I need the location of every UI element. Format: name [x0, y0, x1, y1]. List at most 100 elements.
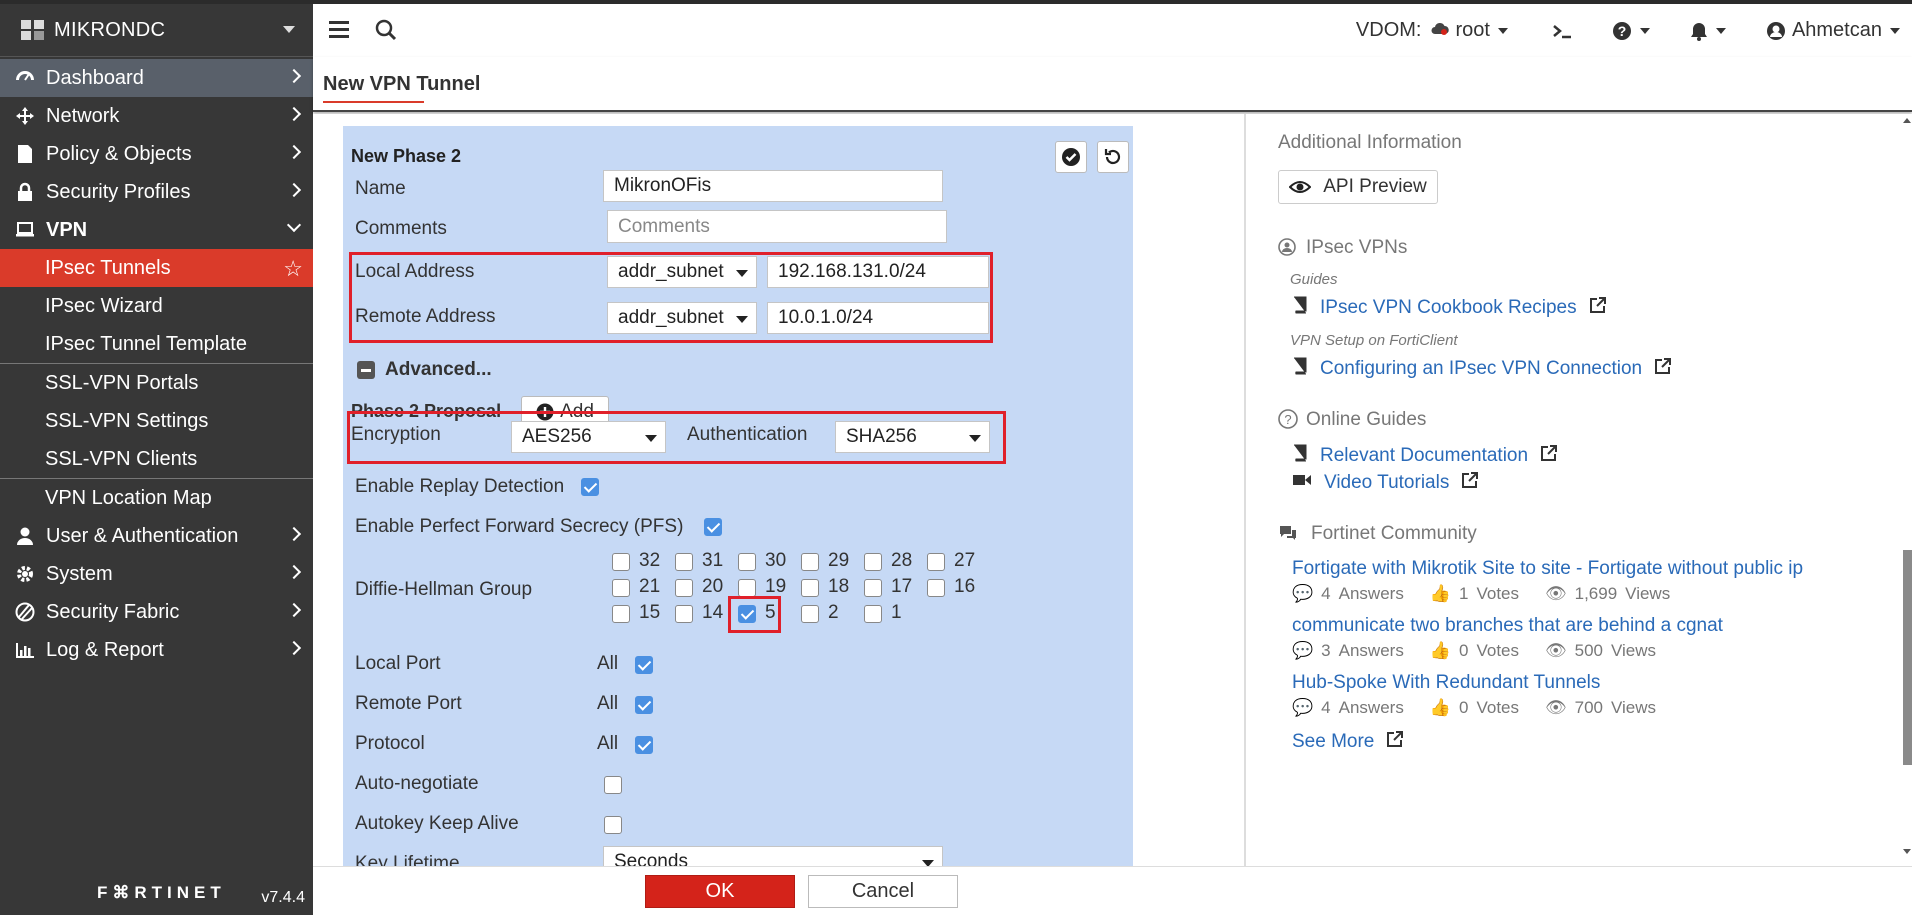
sidebar-item-ssl-vpn-clients[interactable]: SSL-VPN Clients [0, 440, 313, 478]
dh-number: 31 [702, 550, 724, 571]
sidebar-item-ssl-vpn-portals[interactable]: SSL-VPN Portals [0, 364, 313, 402]
user-menu[interactable]: Ahmetcan [1766, 19, 1900, 42]
confirm-phase2-button[interactable] [1055, 141, 1087, 173]
local-address-field[interactable]: 192.168.131.0/24 [767, 256, 989, 288]
dh-checkbox-5[interactable] [738, 605, 756, 623]
views-label: Views [1610, 698, 1657, 717]
dh-checkbox-14[interactable] [675, 605, 693, 623]
dh-checkbox-2[interactable] [801, 605, 819, 623]
cli-console-icon[interactable] [1552, 23, 1572, 39]
check-circle-icon [1062, 148, 1080, 166]
community-post-meta: 💬 4 Answers 👍 0 Votes 👁 700 Views [1292, 698, 1656, 718]
notifications-bell-icon[interactable] [1690, 21, 1726, 41]
vdom-selector[interactable]: VDOM: root [1356, 19, 1508, 42]
dh-checkbox-21[interactable] [612, 579, 630, 597]
remote-address-type-value: addr_subnet [618, 307, 724, 328]
pfs-checkbox[interactable] [704, 518, 722, 536]
sidebar-item-user-authentication[interactable]: User & Authentication [0, 517, 313, 555]
dh-checkbox-32[interactable] [612, 553, 630, 571]
sidebar-item-label: VPN Location Map [45, 486, 212, 509]
sidebar-item-network[interactable]: Network [0, 97, 313, 135]
authentication-select[interactable]: SHA256 [835, 421, 990, 453]
question-circle-icon: ? [1278, 409, 1298, 434]
key-lifetime-select[interactable]: Seconds [603, 846, 943, 866]
advanced-toggle[interactable]: Advanced... [385, 359, 492, 381]
local-port-checkbox[interactable] [635, 656, 653, 674]
cookbook-link[interactable]: IPsec VPN Cookbook Recipes [1292, 296, 1607, 320]
dh-checkbox-19[interactable] [738, 579, 756, 597]
collapse-icon[interactable] [357, 361, 375, 379]
replay-detection-checkbox[interactable] [581, 478, 599, 496]
community-post-link[interactable]: communicate two branches that are behind… [1292, 615, 1723, 637]
sidebar-item-vpn-location-map[interactable]: VPN Location Map [0, 479, 313, 517]
community-post-link[interactable]: Fortigate with Mikrotik Site to site - F… [1292, 558, 1803, 580]
dh-number: 14 [702, 602, 724, 623]
video-tutorials-link[interactable]: Video Tutorials [1292, 471, 1479, 495]
scrollbar-thumb[interactable] [1903, 550, 1912, 765]
revert-phase2-button[interactable] [1097, 141, 1129, 173]
configuring-link[interactable]: Configuring an IPsec VPN Connection [1292, 357, 1672, 381]
dh-checkbox-20[interactable] [675, 579, 693, 597]
sidebar-item-label: Dashboard [46, 66, 144, 89]
api-preview-button[interactable]: API Preview [1278, 170, 1438, 204]
user-name: Ahmetcan [1791, 19, 1882, 41]
sidebar-item-security-fabric[interactable]: Security Fabric [0, 593, 313, 631]
thumbs-up-icon: 👍 [1429, 698, 1451, 717]
comments-field[interactable]: Comments [607, 210, 947, 243]
sidebar-item-ssl-vpn-settings[interactable]: SSL-VPN Settings [0, 402, 313, 440]
sidebar-item-ipsec-wizard[interactable]: IPsec Wizard [0, 287, 313, 325]
views-label: Views [1625, 584, 1671, 603]
auto-negotiate-checkbox[interactable] [604, 776, 622, 794]
remote-port-checkbox[interactable] [635, 696, 653, 714]
community-post-link[interactable]: Hub-Spoke With Redundant Tunnels [1292, 672, 1600, 694]
ok-button[interactable]: OK [645, 875, 795, 908]
sidebar-item-label: SSL-VPN Settings [45, 409, 209, 432]
dh-checkbox-18[interactable] [801, 579, 819, 597]
sidebar-item-label: Security Profiles [46, 180, 191, 203]
dh-checkbox-30[interactable] [738, 553, 756, 571]
video-camera-icon [1292, 472, 1312, 494]
sidebar-item-ipsec-tunnel-template[interactable]: IPsec Tunnel Template [0, 325, 313, 363]
sidebar-item-ipsec-tunnels[interactable]: IPsec Tunnels ☆ [0, 249, 313, 287]
scroll-down-icon[interactable] [1903, 849, 1911, 854]
remote-address-type-select[interactable]: addr_subnet [607, 302, 757, 334]
remote-address-field[interactable]: 10.0.1.0/24 [767, 302, 989, 334]
cancel-button[interactable]: Cancel [808, 875, 958, 908]
device-selector[interactable]: MIKRONDC [0, 4, 313, 57]
see-more-link[interactable]: See More [1292, 730, 1404, 754]
sidebar-item-log-report[interactable]: Log & Report [0, 631, 313, 669]
dh-checkbox-15[interactable] [612, 605, 630, 623]
dh-checkbox-31[interactable] [675, 553, 693, 571]
star-icon[interactable]: ☆ [283, 256, 303, 282]
hamburger-menu-icon[interactable] [329, 21, 349, 38]
documentation-link[interactable]: Relevant Documentation [1292, 444, 1558, 468]
comment-icon: 💬 [1292, 584, 1314, 603]
search-icon[interactable] [375, 19, 397, 46]
sidebar-item-system[interactable]: System [0, 555, 313, 593]
comment-icon: 💬 [1292, 698, 1314, 717]
name-field[interactable]: MikronOFis [603, 170, 943, 202]
encryption-value: AES256 [522, 426, 592, 447]
encryption-select[interactable]: AES256 [511, 421, 666, 453]
help-icon[interactable]: ? [1612, 21, 1650, 41]
scroll-up-icon[interactable] [1903, 118, 1911, 123]
dh-checkbox-27[interactable] [927, 553, 945, 571]
local-port-label: Local Port [355, 653, 441, 674]
sidebar-item-dashboard[interactable]: Dashboard [0, 59, 313, 97]
local-address-type-select[interactable]: addr_subnet [607, 256, 757, 288]
sidebar-item-policy-objects[interactable]: Policy & Objects [0, 135, 313, 173]
sidebar-item-vpn[interactable]: VPN [0, 211, 313, 249]
dh-checkbox-17[interactable] [864, 579, 882, 597]
encryption-label: Encryption [351, 424, 441, 445]
see-more-text: See More [1292, 731, 1375, 752]
dh-checkbox-16[interactable] [927, 579, 945, 597]
dh-number: 29 [828, 550, 850, 571]
dh-checkbox-1[interactable] [864, 605, 882, 623]
fortinet-logo: F⌘RTINET [97, 883, 226, 902]
sidebar-item-security-profiles[interactable]: Security Profiles [0, 173, 313, 211]
scrollbar[interactable] [1903, 114, 1912, 866]
protocol-checkbox[interactable] [635, 736, 653, 754]
keep-alive-checkbox[interactable] [604, 816, 622, 834]
dh-checkbox-29[interactable] [801, 553, 819, 571]
dh-checkbox-28[interactable] [864, 553, 882, 571]
